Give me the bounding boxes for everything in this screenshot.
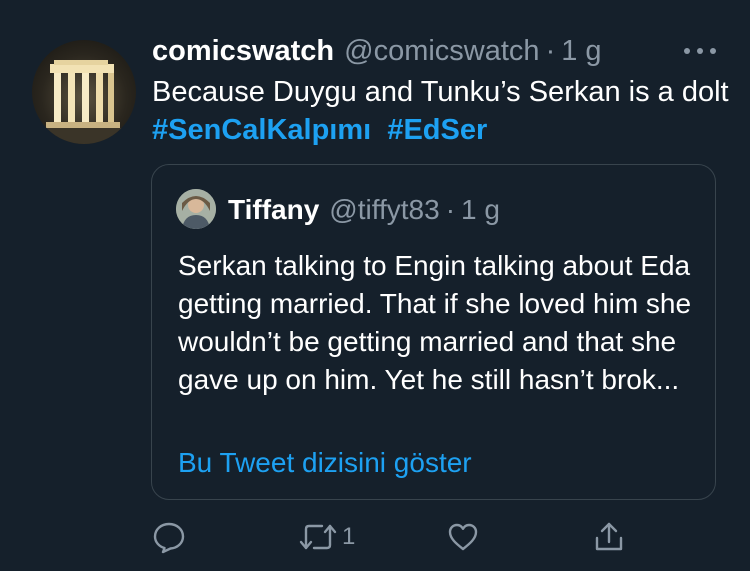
user-handle[interactable]: @comicswatch	[344, 35, 539, 68]
avatar[interactable]	[32, 40, 136, 144]
reply-icon	[153, 522, 185, 554]
action-bar: 1	[0, 515, 750, 559]
quoted-header: Tiffany @tiffyt83 · 1 g	[228, 193, 500, 227]
separator-dot: ·	[545, 34, 556, 67]
tweet-text-body: Because Duygu and Tunku’s Serkan is a do…	[152, 76, 729, 108]
quoted-text: Serkan talking to Engin talking about Ed…	[178, 250, 692, 395]
tweet-header: comicswatch @comicswatch · 1 g	[152, 33, 602, 69]
quoted-user-handle[interactable]: @tiffyt83	[329, 194, 439, 226]
retweet-button[interactable]: 1	[298, 515, 355, 559]
tweet[interactable]: comicswatch @comicswatch · 1 g Because D…	[0, 0, 750, 571]
more-options-button[interactable]	[680, 36, 720, 66]
retweet-count: 1	[342, 523, 356, 550]
temple-ruins-image	[42, 60, 126, 144]
timestamp[interactable]: 1 g	[561, 35, 601, 68]
quoted-timestamp[interactable]: 1 g	[461, 194, 500, 226]
display-name[interactable]: comicswatch	[152, 35, 334, 68]
retweet-icon	[299, 524, 337, 550]
quoted-tweet[interactable]: Tiffany @tiffyt83 · 1 g Serkan talking t…	[151, 164, 716, 500]
like-button[interactable]	[446, 515, 480, 559]
share-icon	[595, 522, 623, 551]
hashtag-link[interactable]: #SenCalKalpımı	[152, 114, 371, 146]
quoted-display-name[interactable]: Tiffany	[228, 194, 319, 226]
heart-icon	[448, 523, 478, 551]
separator-dot: ·	[445, 194, 456, 225]
quoted-avatar-image	[176, 189, 216, 229]
share-button[interactable]	[592, 515, 626, 559]
quoted-avatar[interactable]	[176, 189, 216, 229]
reply-button[interactable]	[152, 515, 186, 559]
more-icon	[684, 48, 716, 54]
show-thread-link[interactable]: Bu Tweet dizisini göster	[178, 447, 472, 479]
tweet-text: Because Duygu and Tunku’s Serkan is a do…	[152, 73, 732, 149]
hashtag-link[interactable]: #EdSer	[387, 114, 487, 146]
